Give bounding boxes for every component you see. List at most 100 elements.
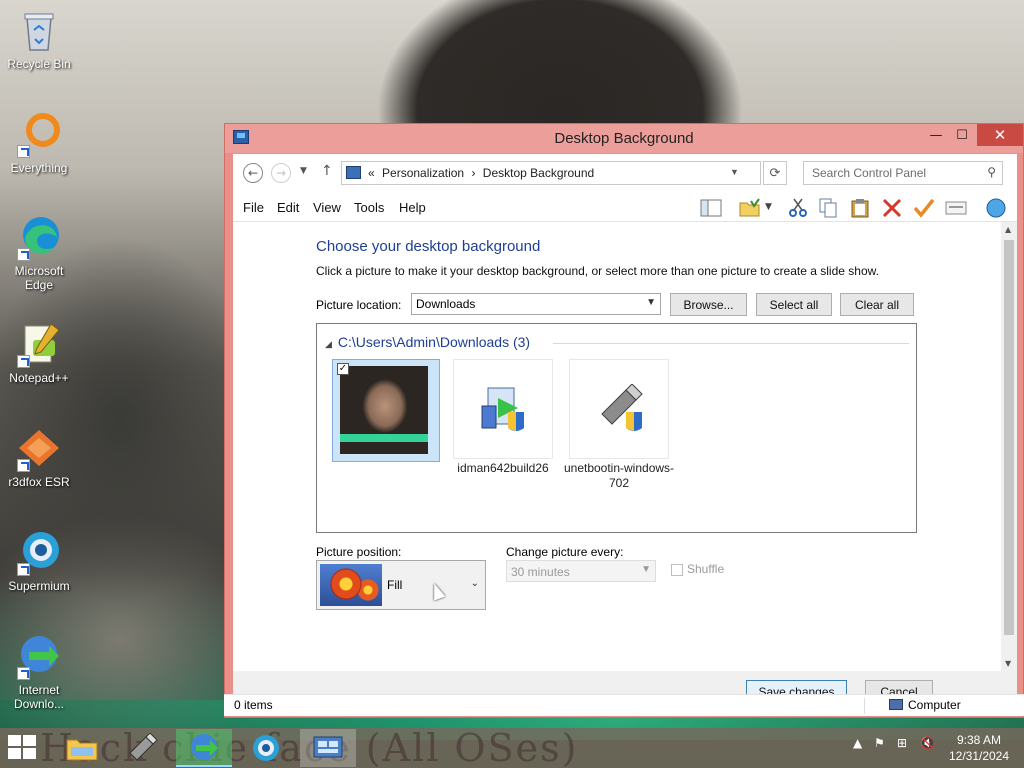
picture-position-select[interactable]: Fill ⌄ xyxy=(316,560,486,610)
window-client-area: ← → ▼ ↑ « Personalization › Desktop Back… xyxy=(233,154,1017,711)
delete-icon[interactable] xyxy=(881,198,903,218)
desktop-icon-label: Microsoft Edge xyxy=(14,264,64,292)
desktop-icon-internet-download-manager[interactable]: Internet Downlo... xyxy=(1,632,77,711)
picture-tile[interactable] xyxy=(569,359,669,459)
control-panel-icon xyxy=(346,166,361,179)
menu-tools[interactable]: Tools xyxy=(354,200,384,215)
chevron-down-icon: ▼ xyxy=(646,297,656,308)
breadcrumb-personalization[interactable]: Personalization xyxy=(382,166,464,180)
cut-icon[interactable] xyxy=(787,198,809,218)
desktop-icon-r3dfox[interactable]: r3dfox ESR xyxy=(1,424,77,489)
desktop-background-window: Desktop Background — ☐ ✕ ← → ▼ ↑ « Perso… xyxy=(224,123,1024,718)
refresh-icon: ⟳ xyxy=(769,165,781,181)
picture-checkbox[interactable]: ✓ xyxy=(337,363,349,375)
checkmark-icon[interactable] xyxy=(913,198,935,218)
minimize-button[interactable]: — xyxy=(922,124,950,146)
picture-location-value: Downloads xyxy=(416,297,476,311)
properties-icon[interactable] xyxy=(945,198,967,218)
notepad-plus-plus-icon xyxy=(15,320,63,368)
network-icon[interactable]: ⊞ xyxy=(897,736,907,750)
breadcrumb-desktop-background[interactable]: Desktop Background xyxy=(483,166,594,180)
paste-icon[interactable] xyxy=(849,198,871,218)
forward-button[interactable]: → xyxy=(271,163,291,183)
menu-help[interactable]: Help xyxy=(399,200,426,215)
search-input[interactable]: Search Control Panel ⚲ xyxy=(803,161,1003,185)
picture-position-value: Fill xyxy=(387,578,403,592)
folder-group-header[interactable]: ◢ C:\Users\Admin\Downloads (3) xyxy=(325,334,530,350)
show-hidden-icons-button[interactable]: ▲ xyxy=(853,736,862,750)
browse-button[interactable]: Browse... xyxy=(670,293,747,316)
breadcrumb: « Personalization › Desktop Background xyxy=(368,166,598,180)
desktop-icon-recycle-bin[interactable]: Recycle Bin xyxy=(1,6,77,71)
chevron-down-icon[interactable]: ▼ xyxy=(765,202,772,212)
shuffle-checkbox[interactable] xyxy=(671,564,683,576)
picture-tile[interactable]: ✓ xyxy=(332,359,440,462)
refresh-button[interactable]: ⟳ xyxy=(763,161,787,185)
search-placeholder: Search Control Panel xyxy=(812,166,927,180)
back-button[interactable]: ← xyxy=(243,163,263,183)
scrollbar-thumb[interactable] xyxy=(1004,240,1014,635)
usb-drive-icon xyxy=(129,733,158,761)
taskbar-supermium[interactable] xyxy=(238,729,294,767)
picture-caption: unetbootin-windows-702 xyxy=(563,461,675,490)
address-bar[interactable]: « Personalization › Desktop Background ▼ xyxy=(341,161,761,185)
page-title: Choose your desktop background xyxy=(316,238,541,255)
up-button[interactable]: ↑ xyxy=(321,163,333,179)
maximize-button[interactable]: ☐ xyxy=(948,124,976,146)
taskbar-file-explorer[interactable] xyxy=(54,729,110,767)
back-arrow-icon: ← xyxy=(247,166,259,180)
desktop-icon-supermium[interactable]: Supermium xyxy=(1,528,77,593)
shortcut-arrow-icon xyxy=(17,355,30,368)
windows-logo-icon xyxy=(8,735,21,746)
collapse-triangle-icon[interactable]: ◢ xyxy=(325,339,332,349)
desktop-icon-edge[interactable]: Microsoft Edge xyxy=(1,213,77,292)
action-center-flag-icon[interactable]: ⚑ xyxy=(874,736,885,750)
recent-locations-dropdown[interactable]: ▼ xyxy=(300,166,307,176)
menu-edit[interactable]: Edit xyxy=(277,200,299,215)
picture-list: ◢ C:\Users\Admin\Downloads (3) ✓ idman64… xyxy=(316,323,917,533)
file-explorer-icon xyxy=(66,739,98,761)
select-all-button[interactable]: Select all xyxy=(756,293,832,316)
picture-position-label: Picture position: xyxy=(316,545,402,559)
installer-icon xyxy=(481,387,524,431)
group-divider xyxy=(553,343,909,344)
scroll-up-icon[interactable]: ▲ xyxy=(1005,225,1011,234)
shuffle-label: Shuffle xyxy=(687,562,725,576)
internet-download-manager-icon xyxy=(15,632,63,680)
change-picture-select[interactable]: 30 minutes ▼ xyxy=(506,560,656,582)
picture-location-label: Picture location: xyxy=(316,298,402,312)
taskbar-clock[interactable]: 9:38 AM 12/31/2024 xyxy=(944,732,1014,764)
breadcrumb-separator-icon[interactable]: › xyxy=(471,166,475,180)
taskbar-control-panel[interactable] xyxy=(300,729,356,767)
window-title: Desktop Background xyxy=(554,130,694,147)
shortcut-arrow-icon xyxy=(17,145,30,158)
taskbar-unetbootin[interactable] xyxy=(114,729,170,767)
flower-preview-icon xyxy=(320,564,382,606)
copy-icon[interactable] xyxy=(817,198,839,218)
recycle-bin-icon xyxy=(15,6,63,54)
vertical-scrollbar[interactable]: ▲ ▼ xyxy=(1001,222,1017,671)
help-icon[interactable] xyxy=(985,198,1007,218)
chevron-down-icon[interactable]: ▼ xyxy=(730,167,739,177)
status-item-count: 0 items xyxy=(234,698,273,712)
clear-all-button[interactable]: Clear all xyxy=(840,293,914,316)
desktop-icon-label: Internet Downlo... xyxy=(13,683,65,711)
breadcrumb-overflow[interactable]: « xyxy=(368,166,375,180)
volume-muted-icon[interactable]: 🔇 xyxy=(920,736,935,750)
picture-tile[interactable] xyxy=(453,359,553,459)
scroll-down-icon[interactable]: ▼ xyxy=(1005,659,1011,668)
desktop-icon-label: Supermium xyxy=(8,579,70,593)
supermium-icon xyxy=(253,735,279,761)
close-button[interactable]: ✕ xyxy=(977,124,1023,146)
start-button[interactable] xyxy=(8,735,38,761)
forward-arrow-icon: → xyxy=(275,166,287,180)
picture-location-select[interactable]: Downloads ▼ xyxy=(411,293,661,315)
desktop-icon-everything[interactable]: Everything xyxy=(1,110,77,175)
menu-file[interactable]: File xyxy=(243,200,264,215)
menu-view[interactable]: View xyxy=(313,200,341,215)
taskbar-internet-download-manager[interactable] xyxy=(176,729,232,767)
preview-pane-icon[interactable] xyxy=(700,198,722,218)
title-bar[interactable]: Desktop Background — ☐ ✕ xyxy=(225,124,1023,153)
desktop-icon-notepad-plus-plus[interactable]: Notepad++ xyxy=(1,320,77,385)
folder-options-icon[interactable] xyxy=(739,198,761,218)
